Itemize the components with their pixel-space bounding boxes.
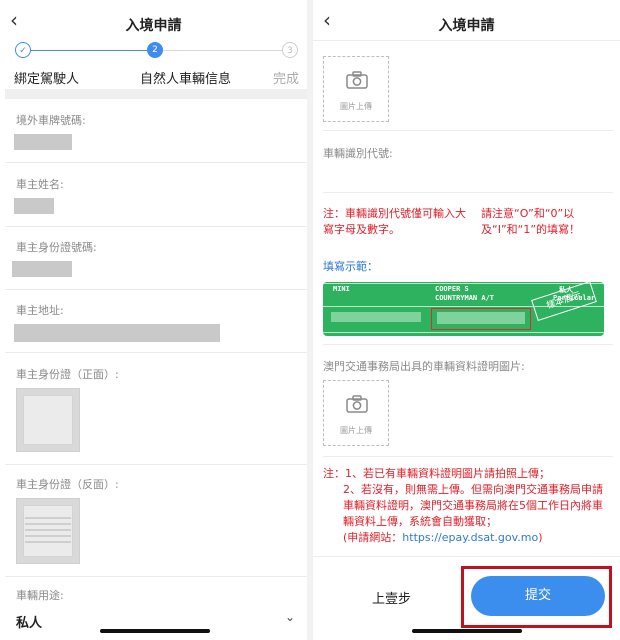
nav-bar: ‹ 入境申請 xyxy=(0,0,307,44)
highlight-box xyxy=(431,308,531,330)
camera-icon xyxy=(346,395,368,413)
id-back-photo[interactable] xyxy=(16,498,80,564)
step-connector xyxy=(31,50,147,51)
field-separator xyxy=(5,352,307,353)
cert-note-line: 車輛資料證明，澳門交通事務局將在5個工作日內將車 xyxy=(343,499,603,512)
cert-note-line: 2、若沒有，則無需上傳。但需向澳門交通事務局申請 xyxy=(343,483,603,496)
owner-address-label: 車主地址: xyxy=(16,304,64,317)
step-done-check-icon: ✓ xyxy=(15,42,31,58)
footer-separator xyxy=(313,556,620,557)
cert-label: 澳門交通事務局出具的車輛資料證明圖片: xyxy=(323,360,525,373)
owner-id-redacted xyxy=(12,261,72,277)
vin-note-right: 請注意“O”和“0”以及“I”和“1”的填寫！ xyxy=(481,207,581,236)
previous-step-button[interactable]: 上壹步 xyxy=(372,588,411,607)
field-separator xyxy=(5,226,307,227)
step-label-vehicle-info: 自然人車輛信息 xyxy=(140,72,232,87)
step-label-complete: 完成 xyxy=(273,72,300,87)
id-front-photo[interactable] xyxy=(16,388,80,452)
right-screen: ‹ 入境申請 圖片上傳 車輛識別代號: 注：車輛識別代號僅可輸入大寫字母及數字。… xyxy=(313,0,620,640)
vin-note-left: 注：車輛識別代號僅可輸入大寫字母及數字。 xyxy=(323,207,466,236)
field-separator xyxy=(5,464,307,465)
owner-address-redacted xyxy=(14,324,220,342)
sample-text: COUNTRYMAN A/T xyxy=(435,294,495,302)
id-back-label: 車主身份證（反面）: xyxy=(16,478,119,491)
section-divider xyxy=(5,89,307,99)
id-card-image xyxy=(23,395,73,445)
sample-text: COOPER S xyxy=(435,285,469,293)
nav-separator xyxy=(313,40,620,41)
page-title: 入境申請 xyxy=(125,18,182,34)
step-next-number: 3 xyxy=(282,42,298,58)
sample-registration-image: MINI COOPER S COUNTRYMAN A/T 私人 Particul… xyxy=(323,282,604,336)
field-separator xyxy=(323,344,613,345)
usage-select-value: 私人 xyxy=(16,616,43,631)
plate-label: 境外車牌號碼: xyxy=(16,114,86,127)
apply-site-link[interactable]: https://epay.dsat.gov.mo xyxy=(402,531,538,544)
id-card-text-lines xyxy=(25,517,71,547)
field-separator xyxy=(5,162,307,163)
cert-note-line: 輛資料上傳，系統會自動獲取； xyxy=(343,515,497,528)
vin-label: 車輛識別代號: xyxy=(323,147,393,160)
field-separator xyxy=(323,192,613,193)
step-connector xyxy=(163,50,282,51)
field-separator xyxy=(5,289,307,290)
id-front-label: 車主身份證（正面）: xyxy=(16,368,119,381)
owner-name-label: 車主姓名: xyxy=(16,178,64,191)
field-separator xyxy=(323,130,613,131)
left-screen: ‹ 入境申請 ✓ 2 3 綁定駕駛人 自然人車輛信息 完成 境外車牌號碼: 車主… xyxy=(0,0,307,640)
vin-input[interactable] xyxy=(323,162,613,188)
cert-note-line: (申請網站：https://epay.dsat.gov.mo) xyxy=(343,530,543,546)
sample-text: MINI xyxy=(333,285,350,293)
redacted-area xyxy=(331,312,421,322)
chevron-down-icon[interactable]: ⌄ xyxy=(285,610,295,624)
submit-button[interactable]: 提交 xyxy=(471,576,605,616)
home-indicator xyxy=(100,629,210,633)
camera-icon xyxy=(346,71,368,89)
owner-name-redacted xyxy=(14,198,54,214)
usage-label: 車輛用途: xyxy=(16,589,64,602)
cert-note-line: 注：1、若已有車輛資料證明圖片請拍照上傳； xyxy=(323,467,550,480)
page-title: 入境申請 xyxy=(438,18,495,34)
upload-label: 圖片上傳 xyxy=(340,426,372,435)
owner-id-label: 車主身份證號碼: xyxy=(16,241,97,254)
apply-site-suffix: ) xyxy=(538,531,543,544)
field-separator xyxy=(323,456,613,457)
example-label: 填寫示範： xyxy=(323,260,378,273)
field-separator xyxy=(5,576,307,577)
plate-value-redacted xyxy=(14,134,72,150)
cert-upload-box[interactable]: 圖片上傳 xyxy=(323,380,389,446)
apply-site-prefix: (申請網站： xyxy=(343,531,403,544)
step-current-number: 2 xyxy=(147,42,163,58)
step-label-bind-driver: 綁定駕駛人 xyxy=(14,72,80,87)
image-upload-box[interactable]: 圖片上傳 xyxy=(323,56,389,122)
nav-bar: ‹ 入境申請 xyxy=(313,0,620,44)
upload-label: 圖片上傳 xyxy=(340,102,372,111)
home-indicator xyxy=(412,629,522,633)
